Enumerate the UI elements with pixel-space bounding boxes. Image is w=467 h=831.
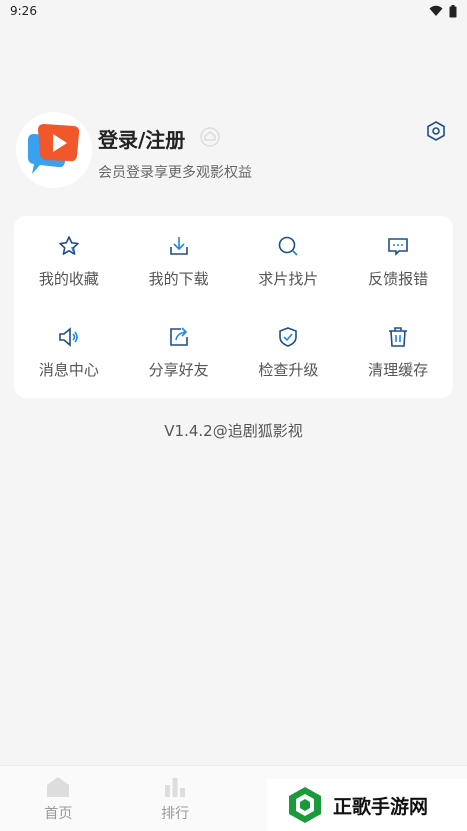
version-text: V1.4.2@追剧狐影视 [164,422,303,440]
vip-badge-icon [200,127,220,147]
menu-item-update[interactable]: 检查升级 [234,307,344,398]
status-bar: 9:26 [0,0,467,22]
tab-ranking[interactable]: 排行 [117,766,234,831]
search-icon [279,236,299,256]
watermark: 正歌手游网 [267,779,467,831]
home-icon [47,776,70,797]
menu-item-share[interactable]: 分享好友 [124,307,234,398]
menu-label: 清理缓存 [368,361,429,379]
menu-label: 我的收藏 [38,270,99,288]
avatar[interactable] [16,112,92,188]
menu-item-feedback[interactable]: 反馈报错 [343,216,453,307]
battery-icon [449,4,457,17]
menu-label: 分享好友 [148,361,209,379]
shield-check-icon [279,327,298,347]
ranking-icon [165,777,186,797]
settings-icon[interactable] [425,120,447,142]
tab-home[interactable]: 首页 [0,766,117,831]
trash-icon [389,327,408,347]
wifi-icon [429,5,443,16]
status-icons [429,4,457,18]
menu-item-request[interactable]: 求片找片 [234,216,344,307]
menu-item-downloads[interactable]: 我的下载 [124,216,234,307]
menu-item-messages[interactable]: 消息中心 [14,307,124,398]
download-icon [169,237,188,255]
watermark-text: 正歌手游网 [333,795,429,818]
speaker-icon [59,327,78,347]
login-subtitle: 会员登录享更多观影权益 [98,165,252,181]
app-logo-icon [28,124,80,174]
tab-label: 首页 [44,805,73,822]
menu-item-favorites[interactable]: 我的收藏 [14,216,124,307]
profile-header[interactable]: 登录/注册 会员登录享更多观影权益 [16,112,451,190]
tab-label: 排行 [161,805,190,822]
star-icon [59,236,79,255]
menu-item-clear-cache[interactable]: 清理缓存 [343,307,453,398]
menu-label: 我的下载 [148,270,209,288]
share-icon [169,327,188,346]
menu-label: 消息中心 [38,361,99,379]
login-title[interactable]: 登录/注册 [98,124,185,153]
menu-grid: 我的收藏 我的下载 求片找片 反馈报错 消息中心 分享好友 检查升级 清理缓存 [14,216,453,398]
menu-label: 求片找片 [258,270,319,288]
watermark-logo-icon [289,787,321,823]
feedback-icon [388,238,408,256]
menu-label: 反馈报错 [368,270,429,288]
status-time: 9:26 [10,4,37,18]
menu-label: 检查升级 [258,361,319,379]
